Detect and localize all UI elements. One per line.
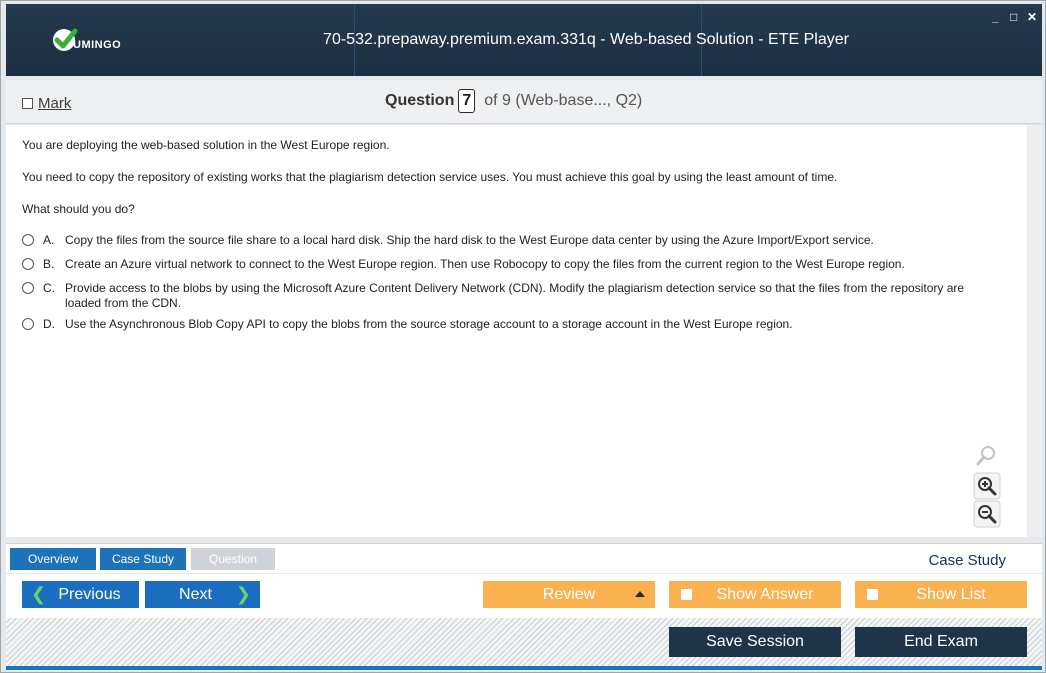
radio-button[interactable] — [22, 258, 34, 270]
mark-label: Mark — [38, 95, 72, 112]
option-text: Copy the files from the source file shar… — [65, 233, 874, 247]
bottom-accent-line — [6, 666, 1042, 670]
option-letter: B. — [43, 257, 55, 271]
option-text: Provide access to the blobs by using the… — [65, 281, 965, 310]
radio-button[interactable] — [22, 318, 34, 330]
tab-case-study[interactable]: Case Study — [100, 548, 186, 570]
question-number-input[interactable]: 7 — [458, 89, 476, 113]
answer-option-d[interactable]: D. Use the Asynchronous Blob Copy API to… — [22, 317, 985, 332]
question-paragraph: You need to copy the repository of exist… — [22, 170, 838, 184]
zoom-out-icon[interactable] — [973, 500, 1001, 528]
review-label: Review — [542, 585, 596, 603]
answer-option-c[interactable]: C. Provide access to the blobs by using … — [22, 281, 985, 311]
review-button[interactable]: Review — [483, 581, 655, 608]
show-answer-label: Show Answer — [716, 585, 814, 603]
triangle-up-icon — [635, 591, 645, 597]
title-bar: UMINGO 70-532.prepaway.premium.exam.331q… — [6, 4, 1042, 76]
question-of-text: of 9 (Web-base..., Q2) — [484, 92, 643, 109]
question-content: You are deploying the web-based solution… — [6, 125, 1027, 537]
next-button[interactable]: Next ❯ — [145, 581, 260, 608]
question-label: Question — [385, 92, 455, 109]
minimize-icon[interactable]: _ — [992, 10, 999, 24]
tab-overview[interactable]: Overview — [10, 548, 96, 570]
show-list-label: Show List — [916, 585, 986, 603]
logo-text: UMINGO — [73, 39, 122, 51]
option-letter: C. — [43, 281, 55, 295]
checkbox-icon[interactable] — [22, 98, 33, 109]
option-text: Create an Azure virtual network to conne… — [65, 257, 905, 271]
option-letter: D. — [43, 317, 55, 331]
vumingo-logo: UMINGO — [51, 25, 141, 55]
chevron-right-icon: ❯ — [235, 584, 251, 604]
end-exam-button[interactable]: End Exam — [855, 627, 1027, 657]
tab-question[interactable]: Question — [191, 548, 275, 570]
question-counter: Question 7 of 9 (Web-base..., Q2) — [385, 89, 642, 113]
close-icon[interactable]: ✕ — [1027, 10, 1037, 24]
maximize-icon[interactable]: □ — [1010, 10, 1017, 24]
checkbox-icon — [867, 589, 878, 600]
previous-label: Previous — [58, 585, 121, 603]
footer-bar: Save Session End Exam — [6, 618, 1042, 666]
search-icon[interactable] — [973, 442, 1001, 470]
checkbox-icon — [681, 589, 692, 600]
mark-checkbox[interactable]: Mark — [22, 95, 71, 112]
answer-option-a[interactable]: A. Copy the files from the source file s… — [22, 233, 985, 248]
option-text: Use the Asynchronous Blob Copy API to co… — [65, 317, 793, 331]
ete-player-window: UMINGO 70-532.prepaway.premium.exam.331q… — [0, 0, 1046, 673]
navigation-bar: ❮ Previous Next ❯ Review Show Answer Sho… — [6, 574, 1042, 618]
show-answer-button[interactable]: Show Answer — [669, 581, 841, 608]
option-letter: A. — [43, 233, 55, 247]
show-list-button[interactable]: Show List — [855, 581, 1027, 608]
question-prompt: What should you do? — [22, 202, 135, 216]
question-paragraph: You are deploying the web-based solution… — [22, 138, 390, 152]
vertical-scrollbar[interactable] — [1028, 125, 1042, 537]
save-session-button[interactable]: Save Session — [669, 627, 841, 657]
section-tabs: Overview Case Study Question Case Study — [6, 543, 1042, 573]
next-label: Next — [179, 585, 212, 603]
radio-button[interactable] — [22, 282, 34, 294]
question-header: Mark Question 7 of 9 (Web-base..., Q2) — [6, 80, 1042, 124]
previous-button[interactable]: ❮ Previous — [22, 581, 139, 608]
window-title: 70-532.prepaway.premium.exam.331q - Web-… — [323, 31, 849, 48]
radio-button[interactable] — [22, 234, 34, 246]
section-label: Case Study — [928, 552, 1006, 569]
zoom-in-icon[interactable] — [973, 472, 1001, 500]
chevron-left-icon: ❮ — [31, 584, 47, 604]
answer-option-b[interactable]: B. Create an Azure virtual network to co… — [22, 257, 985, 272]
